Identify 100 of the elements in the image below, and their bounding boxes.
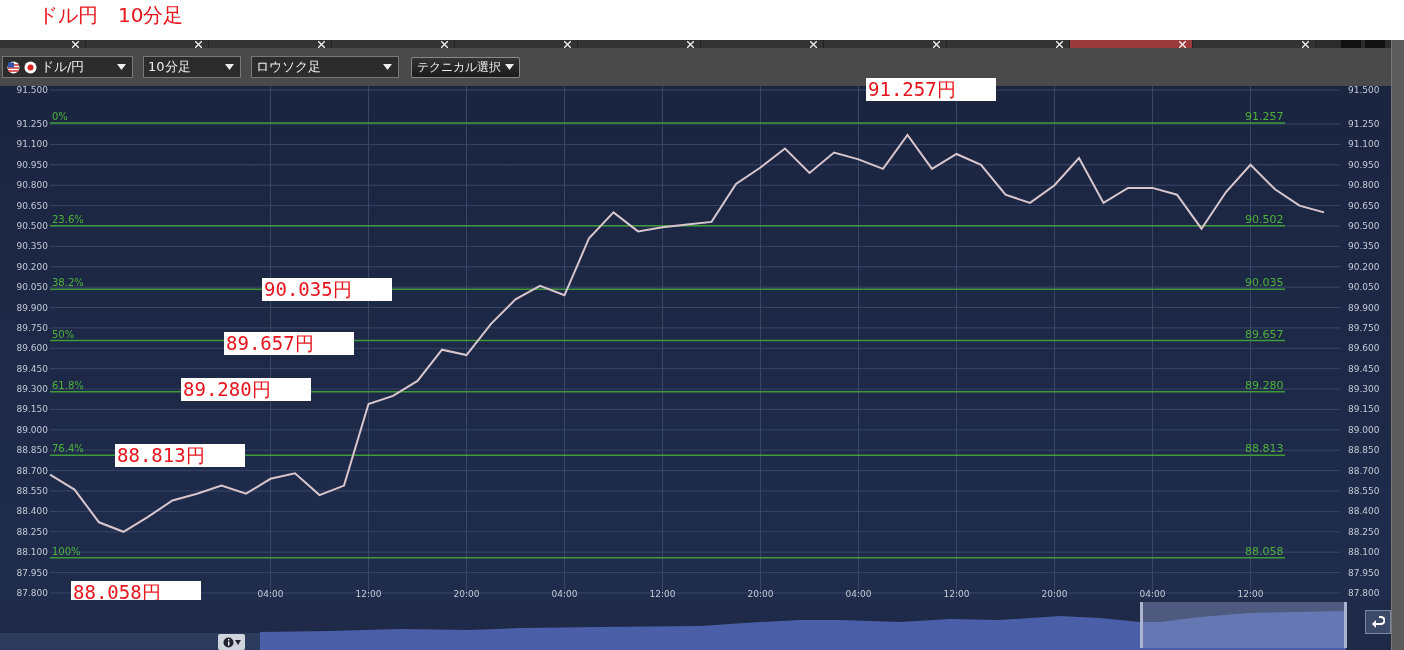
axis-label: 89.450 <box>1348 363 1380 374</box>
fib-percent-label: 50% <box>52 328 75 340</box>
price-callout: 89.657円 <box>224 331 354 355</box>
technical-button[interactable]: テクニカル選択 <box>411 56 520 78</box>
axis-label: 89.150 <box>16 404 48 415</box>
axis-label: 88.850 <box>1348 445 1380 456</box>
axis-label: 88.550 <box>16 486 48 496</box>
axis-label: 89.150 <box>1348 404 1380 415</box>
axis-label: 20:00 <box>747 589 774 599</box>
axis-label: 91.500 <box>1348 86 1380 96</box>
close-icon[interactable] <box>441 40 448 48</box>
close-icon[interactable] <box>195 40 202 48</box>
close-icon[interactable] <box>1056 40 1063 48</box>
tab[interactable] <box>701 40 824 48</box>
axis-label: 91.500 <box>16 86 48 96</box>
axis-label: 04:00 <box>1139 589 1166 599</box>
axis-label: 90.800 <box>16 180 48 191</box>
tab[interactable] <box>86 40 209 48</box>
price-callout: 91.257円 <box>866 78 996 102</box>
price-callout: 88.813円 <box>115 444 245 468</box>
axis-label: 90.050 <box>1348 282 1380 293</box>
close-icon[interactable] <box>810 40 817 48</box>
tab[interactable] <box>824 40 947 48</box>
axis-label: 88.100 <box>16 547 48 558</box>
scrollbar[interactable] <box>1391 40 1404 650</box>
axis-label: 89.750 <box>16 322 48 333</box>
close-icon[interactable] <box>72 40 79 48</box>
axis-label: 90.950 <box>16 159 48 170</box>
close-icon[interactable] <box>933 40 940 48</box>
tab[interactable] <box>947 40 1070 48</box>
close-icon[interactable] <box>318 40 325 48</box>
axis-label: 89.000 <box>1348 424 1380 435</box>
caret-icon <box>505 64 514 70</box>
fib-price-label: 88.058 <box>1245 544 1284 558</box>
axis-label: 89.750 <box>1348 322 1380 333</box>
axis-label: 89.300 <box>1348 384 1380 395</box>
tab[interactable] <box>209 40 332 48</box>
axis-label: 90.350 <box>1348 241 1380 252</box>
info-button[interactable] <box>218 634 245 650</box>
flag-icon <box>7 60 20 74</box>
fib-price-label: 91.257 <box>1245 110 1284 124</box>
axis-label: 87.800 <box>1348 587 1380 598</box>
axis-label: 90.200 <box>1348 261 1380 272</box>
fib-percent-label: 0% <box>52 111 68 123</box>
axis-label: 20:00 <box>1041 589 1068 599</box>
axis-label: 88.100 <box>1348 547 1380 558</box>
axis-label: 90.200 <box>16 261 48 272</box>
close-icon[interactable] <box>1302 40 1309 48</box>
tab[interactable] <box>332 40 455 48</box>
axis-label: 12:00 <box>355 589 382 599</box>
caret-icon <box>225 64 234 70</box>
close-icon[interactable] <box>687 40 694 48</box>
price-callout: 89.280円 <box>181 377 311 401</box>
axis-label: 88.400 <box>1348 506 1380 517</box>
axis-label: 87.800 <box>16 587 48 598</box>
price-callout: 90.035円 <box>262 278 392 302</box>
tab[interactable] <box>1193 40 1316 48</box>
axis-label: 89.600 <box>16 343 48 354</box>
axis-label: 89.900 <box>1348 302 1380 313</box>
interval-select[interactable]: 10分足 <box>143 56 241 78</box>
tab[interactable] <box>578 40 701 48</box>
fib-price-label: 89.280 <box>1245 378 1284 392</box>
axis-label: 90.350 <box>16 241 48 252</box>
axis-label: 12:00 <box>649 589 676 599</box>
axis-label: 91.250 <box>16 119 48 130</box>
fib-percent-label: 38.2% <box>52 277 84 289</box>
fib-percent-label: 76.4% <box>52 443 84 455</box>
axis-label: 91.250 <box>1348 119 1380 130</box>
axis-label: 89.450 <box>16 363 48 374</box>
fib-price-label: 90.502 <box>1245 212 1284 226</box>
fib-price-label: 90.035 <box>1245 276 1284 290</box>
axis-label: 87.950 <box>16 567 48 578</box>
axis-label: 88.700 <box>1348 465 1380 476</box>
axis-label: 90.800 <box>1348 180 1380 191</box>
axis-label: 90.500 <box>16 221 48 231</box>
fib-price-label: 88.813 <box>1245 442 1284 456</box>
axis-label: 91.100 <box>16 139 48 150</box>
tab[interactable] <box>455 40 578 48</box>
axis-label: 88.250 <box>1348 526 1380 537</box>
axis-label: 89.300 <box>16 384 48 395</box>
axis-label: 90.050 <box>16 282 48 293</box>
page-title: ドル円 10分足 <box>38 3 184 27</box>
axis-label: 91.100 <box>1348 139 1380 150</box>
axis-label: 04:00 <box>845 589 872 599</box>
axis-label: 20:00 <box>453 589 480 599</box>
axis-label: 12:00 <box>1237 589 1264 599</box>
axis-label: 90.650 <box>1348 200 1380 211</box>
close-icon[interactable] <box>564 40 571 48</box>
return-button[interactable] <box>1365 610 1391 634</box>
axis-label: 04:00 <box>257 589 284 599</box>
chart-type-select[interactable]: ロウソク足 <box>251 56 399 78</box>
fib-percent-label: 23.6% <box>52 213 84 225</box>
fib-price-label: 89.657 <box>1245 327 1284 341</box>
axis-label: 90.500 <box>1348 221 1380 231</box>
return-arrow-icon <box>1371 615 1385 629</box>
currency-pair-select[interactable]: ドル/円 <box>2 56 133 78</box>
axis-label: 88.850 <box>16 445 48 456</box>
close-icon[interactable] <box>1179 40 1186 48</box>
axis-label: 89.900 <box>16 302 48 313</box>
axis-label: 88.400 <box>16 506 48 517</box>
